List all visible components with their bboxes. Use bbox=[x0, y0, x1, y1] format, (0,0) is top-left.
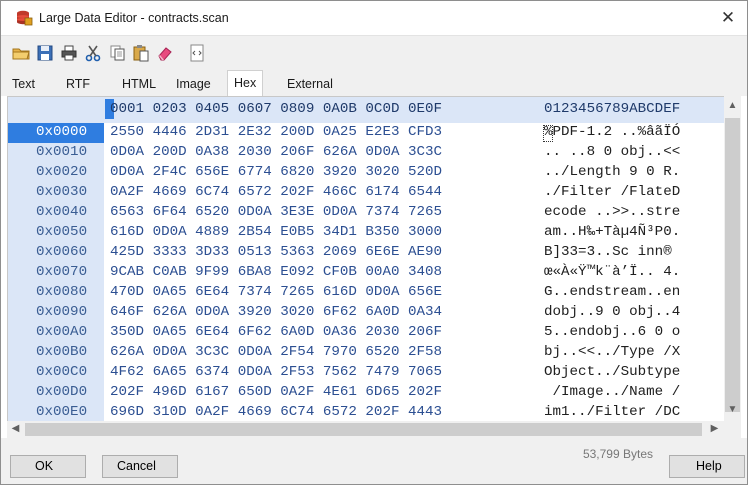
row-hex-bytes[interactable]: 696D 310D 0A2F 4669 6C74 6572 202F 4443 bbox=[110, 404, 442, 420]
row-address: 0x0020 bbox=[36, 164, 88, 180]
row-ascii[interactable]: %PDF-1.2 ..%âãÏÓ bbox=[544, 124, 680, 140]
size-label: 53,799 Bytes bbox=[582, 447, 653, 461]
hex-row[interactable]: 0x00C0 4F62 6A65 6374 0D0A 2F53 7562 7479… bbox=[8, 363, 724, 383]
hex-view[interactable]: 0001 0203 0405 0607 0809 0A0B 0C0D 0E0F … bbox=[7, 96, 724, 421]
row-address: 0x0050 bbox=[36, 224, 88, 240]
row-address: 0x0070 bbox=[36, 264, 88, 280]
hex-row[interactable]: 0x0070 9CAB C0AB 9F99 6BA8 E092 CF0B 00A0… bbox=[8, 263, 724, 283]
row-ascii[interactable]: œ«À«Ÿ™k¨à’Ï.. 4. bbox=[544, 264, 680, 280]
horizontal-scroll-thumb[interactable] bbox=[25, 423, 702, 436]
hex-row[interactable]: 0x0090 646F 626A 0D0A 3920 3020 6F62 6A0D… bbox=[8, 303, 724, 323]
hex-row[interactable]: 0x0080 470D 0A65 6E64 7374 7265 616D 0D0A… bbox=[8, 283, 724, 303]
hex-row[interactable]: 0x0010 0D0A 200D 0A38 2030 206F 626A 0D0A… bbox=[8, 143, 724, 163]
ok-button[interactable]: OK bbox=[10, 455, 86, 478]
tab-text[interactable]: Text bbox=[10, 73, 37, 96]
vertical-scroll-thumb[interactable] bbox=[725, 118, 740, 412]
row-ascii[interactable]: Object../Subtype bbox=[544, 364, 680, 380]
row-hex-bytes[interactable]: 350D 0A65 6E64 6F62 6A0D 0A36 2030 206F bbox=[110, 324, 442, 340]
hex-header-offsets: 0001 0203 0405 0607 0809 0A0B 0C0D 0E0F bbox=[110, 101, 443, 117]
help-button[interactable]: Help bbox=[669, 455, 745, 478]
tab-rtf[interactable]: RTF bbox=[64, 73, 92, 96]
tab-html[interactable]: HTML bbox=[120, 73, 158, 96]
row-hex-bytes[interactable]: 4F62 6A65 6374 0D0A 2F53 7562 7479 7065 bbox=[110, 364, 442, 380]
row-address: 0x0010 bbox=[36, 144, 88, 160]
tab-hex[interactable]: Hex bbox=[227, 70, 264, 96]
row-ascii[interactable]: ../Length 9 0 R. bbox=[544, 164, 680, 180]
tab-external[interactable]: External bbox=[285, 73, 335, 96]
row-hex-bytes[interactable]: 646F 626A 0D0A 3920 3020 6F62 6A0D 0A34 bbox=[110, 304, 442, 320]
ok-button-label: OK bbox=[35, 459, 54, 473]
row-address: 0x00A0 bbox=[36, 324, 88, 340]
row-address: 0x0080 bbox=[36, 284, 88, 300]
hex-row[interactable]: 0x00A0 350D 0A65 6E64 6F62 6A0D 0A36 2030… bbox=[8, 323, 724, 343]
hex-row[interactable]: 0x00B0 626A 0D0A 3C3C 0D0A 2F54 7970 6520… bbox=[8, 343, 724, 363]
row-address: 0x00C0 bbox=[36, 364, 88, 380]
window-title: Large Data Editor - contracts.scan bbox=[39, 11, 229, 25]
row-address: 0x0000 bbox=[36, 124, 88, 140]
row-hex-bytes[interactable]: 616D 0D0A 4889 2B54 E0B5 34D1 B350 3000 bbox=[110, 224, 442, 240]
toolbar bbox=[1, 35, 747, 69]
row-address: 0x00D0 bbox=[36, 384, 88, 400]
scroll-left-icon[interactable]: ◀ bbox=[7, 423, 24, 434]
row-hex-bytes[interactable]: 0D0A 2F4C 656E 6774 6820 3920 3020 520D bbox=[110, 164, 442, 180]
row-ascii[interactable]: ecode ..>>..stre bbox=[544, 204, 680, 220]
row-address: 0x0090 bbox=[36, 304, 88, 320]
scroll-down-icon[interactable]: ▼ bbox=[724, 404, 741, 415]
save-icon[interactable] bbox=[35, 43, 55, 63]
copy-icon[interactable] bbox=[107, 43, 127, 63]
row-address: 0x0040 bbox=[36, 204, 88, 220]
hex-row[interactable]: 0x0050 616D 0D0A 4889 2B54 E0B5 34D1 B350… bbox=[8, 223, 724, 243]
cut-icon[interactable] bbox=[83, 43, 103, 63]
eraser-icon[interactable] bbox=[155, 43, 175, 63]
row-hex-bytes[interactable]: 6563 6F64 6520 0D0A 3E3E 0D0A 7374 7265 bbox=[110, 204, 442, 220]
open-folder-icon[interactable] bbox=[11, 43, 31, 63]
title-bar: Large Data Editor - contracts.scan ✕ bbox=[1, 1, 747, 35]
print-icon[interactable] bbox=[59, 43, 79, 63]
help-button-label: Help bbox=[696, 459, 722, 473]
row-hex-bytes[interactable]: 626A 0D0A 3C3C 0D0A 2F54 7970 6520 2F58 bbox=[110, 344, 442, 360]
row-ascii[interactable]: 5..endobj..6 0 o bbox=[544, 324, 680, 340]
cancel-button[interactable]: Cancel bbox=[102, 455, 178, 478]
script-icon[interactable] bbox=[187, 43, 207, 63]
row-address: 0x0060 bbox=[36, 244, 88, 260]
row-ascii[interactable]: am..H‰+Tàµ4Ñ³P0. bbox=[544, 224, 680, 240]
row-address: 0x00B0 bbox=[36, 344, 88, 360]
row-hex-bytes[interactable]: 470D 0A65 6E64 7374 7265 616D 0D0A 656E bbox=[110, 284, 442, 300]
hex-row[interactable]: 0x0040 6563 6F64 6520 0D0A 3E3E 0D0A 7374… bbox=[8, 203, 724, 223]
database-icon bbox=[15, 10, 33, 26]
ascii-header-offsets: 0123456789ABCDEF bbox=[544, 101, 681, 117]
row-ascii[interactable]: dobj..9 0 obj..4 bbox=[544, 304, 680, 320]
hex-row[interactable]: 0x0000 2550 4446 2D31 2E32 200D 0A25 E2E3… bbox=[8, 123, 724, 143]
row-ascii[interactable]: im1../Filter /DC bbox=[544, 404, 680, 420]
editor-window: Large Data Editor - contracts.scan ✕ Tex… bbox=[0, 0, 748, 485]
hex-row[interactable]: 0x0060 425D 3333 3D33 0513 5363 2069 6E6E… bbox=[8, 243, 724, 263]
row-hex-bytes[interactable]: 202F 496D 6167 650D 0A2F 4E61 6D65 202F bbox=[110, 384, 442, 400]
hex-row[interactable]: 0x00D0 202F 496D 6167 650D 0A2F 4E61 6D65… bbox=[8, 383, 724, 403]
hex-row[interactable]: 0x0020 0D0A 2F4C 656E 6774 6820 3920 3020… bbox=[8, 163, 724, 183]
row-ascii[interactable]: bj..<<../Type /X bbox=[544, 344, 680, 360]
cancel-button-label: Cancel bbox=[117, 459, 156, 473]
row-ascii[interactable]: .. ..8 0 obj..<< bbox=[544, 144, 680, 160]
scroll-up-icon[interactable]: ▲ bbox=[724, 100, 741, 111]
row-hex-bytes[interactable]: 0A2F 4669 6C74 6572 202F 466C 6174 6544 bbox=[110, 184, 442, 200]
row-ascii[interactable]: G..endstream..en bbox=[544, 284, 680, 300]
row-address: 0x00E0 bbox=[36, 404, 88, 420]
row-ascii[interactable]: B]33=3..Sc inn® bbox=[544, 244, 672, 260]
row-ascii[interactable]: /Image../Name / bbox=[544, 384, 681, 400]
row-hex-bytes[interactable]: 9CAB C0AB 9F99 6BA8 E092 CF0B 00A0 3408 bbox=[110, 264, 442, 280]
hex-row[interactable]: 0x0030 0A2F 4669 6C74 6572 202F 466C 6174… bbox=[8, 183, 724, 203]
paste-icon[interactable] bbox=[131, 43, 151, 63]
row-hex-bytes[interactable]: 0D0A 200D 0A38 2030 206F 626A 0D0A 3C3C bbox=[110, 144, 442, 160]
row-address: 0x0030 bbox=[36, 184, 88, 200]
tab-image[interactable]: Image bbox=[174, 73, 213, 96]
row-hex-bytes[interactable]: 425D 3333 3D33 0513 5363 2069 6E6E AE90 bbox=[110, 244, 442, 260]
tab-bar: Text RTF HTML Image Hex External bbox=[1, 69, 747, 96]
scroll-right-icon[interactable]: ▶ bbox=[706, 423, 723, 434]
close-button[interactable]: ✕ bbox=[715, 5, 741, 31]
row-ascii[interactable]: ./Filter /FlateD bbox=[544, 184, 680, 200]
scrollbar-corner bbox=[724, 421, 741, 438]
hex-row[interactable]: 0x00E0 696D 310D 0A2F 4669 6C74 6572 202F… bbox=[8, 403, 724, 421]
row-hex-bytes[interactable]: 2550 4446 2D31 2E32 200D 0A25 E2E3 CFD3 bbox=[110, 124, 442, 140]
